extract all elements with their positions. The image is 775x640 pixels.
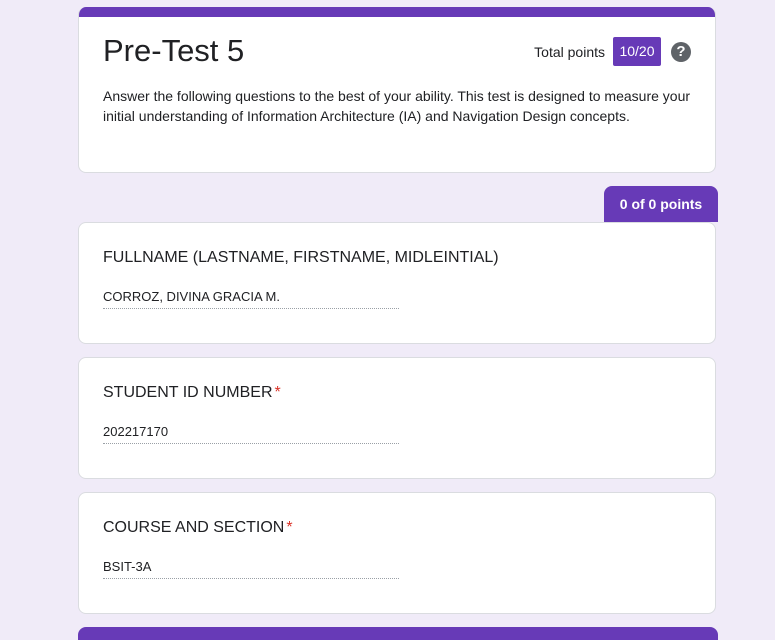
form-description: Answer the following questions to the be… [103,88,691,124]
question-title-text: STUDENT ID NUMBER [103,384,273,401]
question-card-student-id: STUDENT ID NUMBER * 202217170 [78,357,716,479]
next-section-header-bar [78,627,718,640]
question-card-course-section: COURSE AND SECTION * BSIT-3A [78,492,716,614]
header-accent-bar [79,7,715,17]
form-page: Pre-Test 5 Total points 10/20 ? Answer t… [0,0,775,640]
question-title-text: FULLNAME (LASTNAME, FIRSTNAME, MIDLEINTI… [103,249,499,266]
question-title: COURSE AND SECTION * [103,518,293,538]
form-title: Pre-Test 5 [103,33,245,68]
total-points-label: Total points [534,43,605,60]
question-title: FULLNAME (LASTNAME, FIRSTNAME, MIDLEINTI… [103,248,501,268]
score-badge: 10/20 [613,37,661,66]
answer-field: BSIT-3A [103,557,399,579]
help-circle-icon[interactable]: ? [671,41,691,62]
required-asterisk: * [286,519,293,536]
section-points-badge: 0 of 0 points [604,186,718,222]
question-title-text: COURSE AND SECTION [103,519,285,536]
required-asterisk: * [274,384,281,401]
total-points: Total points 10/20 ? [534,37,691,66]
form-header-card: Pre-Test 5 Total points 10/20 ? Answer t… [78,7,716,173]
answer-field: CORROZ, DIVINA GRACIA M. [103,287,399,309]
question-card-fullname: FULLNAME (LASTNAME, FIRSTNAME, MIDLEINTI… [78,222,716,344]
answer-field: 202217170 [103,422,399,444]
question-title: STUDENT ID NUMBER * [103,383,281,403]
